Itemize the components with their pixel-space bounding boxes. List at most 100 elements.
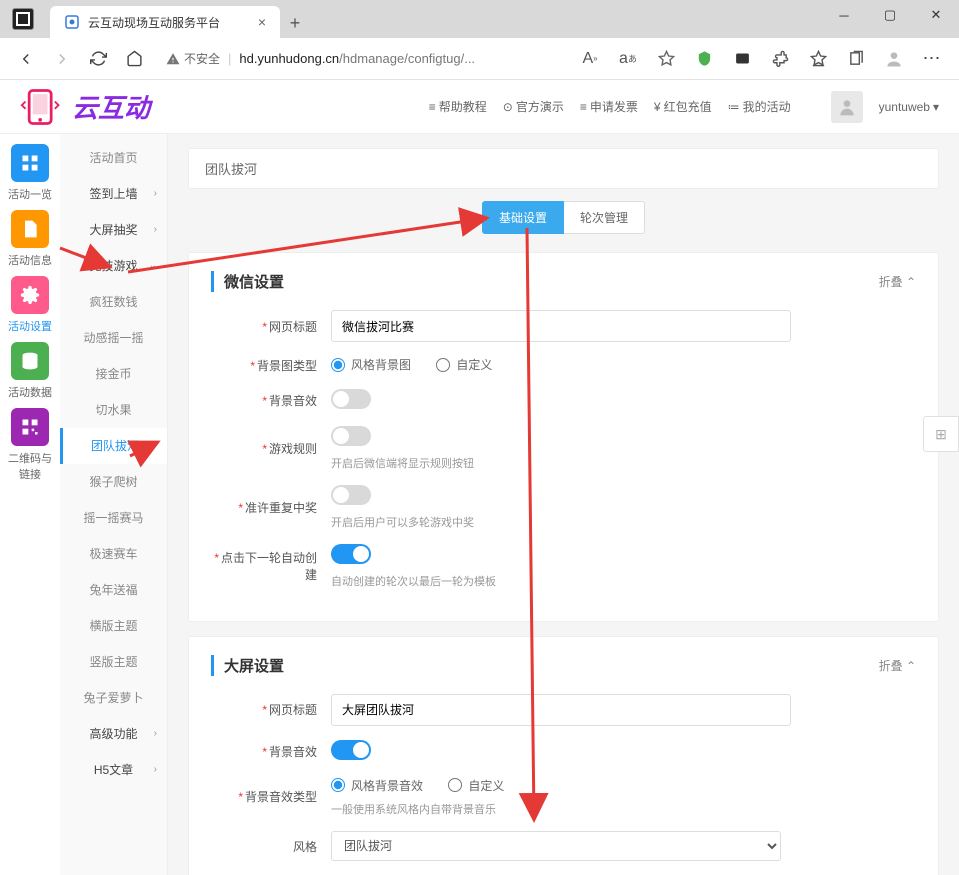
url-host: hd.yunhudong.cn — [239, 51, 339, 66]
sidemenu-item[interactable]: 兔子爱萝卜 — [60, 680, 167, 716]
sidemenu-item[interactable]: 活动首页 — [60, 140, 167, 176]
favorite-icon[interactable] — [649, 43, 683, 75]
sidemenu-item[interactable]: 高级功能› — [60, 716, 167, 752]
floating-widget[interactable]: ⊞ — [923, 416, 959, 452]
sidemenu-item[interactable]: 横版主题 — [60, 608, 167, 644]
rail-info[interactable]: 活动信息 — [5, 210, 55, 268]
tab-close-icon[interactable]: × — [258, 14, 266, 30]
panel-screen-title: 大屏设置 — [211, 655, 284, 676]
breadcrumb: 团队拔河 — [188, 148, 939, 189]
input-wx-title[interactable] — [331, 310, 791, 342]
lbl-wx-autonext: 点击下一轮自动创建 — [221, 551, 317, 582]
brand-logo[interactable]: 云互动 — [20, 85, 150, 129]
sidemenu-item[interactable]: 动感摇一摇 — [60, 320, 167, 356]
browser-tab[interactable]: 云互动现场互动服务平台 × — [50, 6, 280, 38]
lbl-wx-title: 网页标题 — [269, 320, 317, 334]
back-button[interactable] — [10, 43, 42, 75]
input-sc-title[interactable] — [331, 694, 791, 726]
maximize-button[interactable]: ▢ — [867, 0, 913, 30]
sidemenu-item[interactable]: H5文章› — [60, 752, 167, 788]
avatar[interactable] — [831, 91, 863, 123]
fold-toggle[interactable]: 折叠 ⌃ — [879, 273, 916, 290]
sidemenu-item[interactable]: 团队拔河 — [60, 428, 167, 464]
sidemenu-item[interactable]: 猴子爬树 — [60, 464, 167, 500]
nav-my-activity[interactable]: ≔ 我的活动 — [728, 98, 791, 115]
shield-icon[interactable] — [687, 43, 721, 75]
translate-icon[interactable]: aあ — [611, 43, 645, 75]
more-menu-icon[interactable]: ⋯ — [915, 43, 949, 75]
rail-overview[interactable]: 活动一览 — [5, 144, 55, 202]
sidemenu-item[interactable]: 竖版主题 — [60, 644, 167, 680]
panel-wechat-title: 微信设置 — [211, 271, 284, 292]
fold-toggle-2[interactable]: 折叠 ⌃ — [879, 657, 916, 674]
lbl-wx-rules: 游戏规则 — [269, 442, 317, 456]
panel-wechat: 微信设置折叠 ⌃ *网页标题 *背景图类型 风格背景图 自定义 *背景音效 *游… — [188, 252, 939, 622]
rail-qrcode[interactable]: 二维码与链接 — [5, 408, 55, 482]
switch-sc-sound[interactable] — [331, 740, 371, 760]
favicon-icon — [64, 14, 80, 30]
radio-sc-sound-style[interactable]: 风格背景音效 — [331, 777, 423, 794]
radio-wx-bg-style[interactable]: 风格背景图 — [331, 356, 411, 373]
forward-button — [46, 43, 78, 75]
nav-invoice[interactable]: ≡ 申请发票 — [580, 98, 638, 115]
lbl-wx-sound: 背景音效 — [269, 394, 317, 408]
sidemenu-item[interactable]: 竞技游戏⌄ — [60, 248, 167, 284]
nav-demo[interactable]: ⊙ 官方演示 — [503, 98, 564, 115]
profile-icon[interactable] — [877, 43, 911, 75]
side-menu: 活动首页签到上墙›大屏抽奖›竞技游戏⌄疯狂数钱动感摇一摇接金币切水果团队拔河猴子… — [60, 134, 168, 875]
browser-titlebar: 云互动现场互动服务平台 × + ─ ▢ ✕ — [0, 0, 959, 38]
extension1-icon[interactable] — [725, 43, 759, 75]
lbl-sc-soundtype: 背景音效类型 — [245, 790, 317, 804]
panel-screen: 大屏设置折叠 ⌃ *网页标题 *背景音效 *背景音效类型 风格背景音效 自定义 … — [188, 636, 939, 875]
sidemenu-item[interactable]: 极速赛车 — [60, 536, 167, 572]
nav-help[interactable]: ≡ 帮助教程 — [429, 98, 487, 115]
switch-wx-rewin[interactable] — [331, 485, 371, 505]
config-tabs: 基础设置轮次管理 — [188, 201, 939, 234]
app-header: 云互动 ≡ 帮助教程 ⊙ 官方演示 ≡ 申请发票 ¥ 红包充值 ≔ 我的活动 y… — [0, 80, 959, 134]
refresh-button[interactable] — [82, 43, 114, 75]
sidemenu-item[interactable]: 大屏抽奖› — [60, 212, 167, 248]
sidemenu-item[interactable]: 切水果 — [60, 392, 167, 428]
nav-recharge[interactable]: ¥ 红包充值 — [654, 98, 712, 115]
hint-wx-rewin: 开启后用户可以多轮游戏中奖 — [331, 514, 916, 530]
hint-wx-autonext: 自动创建的轮次以最后一轮为模板 — [331, 573, 916, 589]
insecure-icon: 不安全 — [166, 50, 220, 67]
switch-wx-sound[interactable] — [331, 389, 371, 409]
hint-wx-rules: 开启后微信端将显示规则按钮 — [331, 455, 916, 471]
rail-data[interactable]: 活动数据 — [5, 342, 55, 400]
radio-sc-sound-custom[interactable]: 自定义 — [448, 777, 504, 794]
insecure-label: 不安全 — [184, 50, 220, 67]
url-input[interactable]: 不安全 | hd.yunhudong.cn/hdmanage/configtug… — [154, 44, 569, 74]
close-window-button[interactable]: ✕ — [913, 0, 959, 30]
username[interactable]: yuntuweb ▾ — [879, 100, 939, 114]
lbl-wx-bgtype: 背景图类型 — [257, 359, 317, 373]
minimize-button[interactable]: ─ — [821, 0, 867, 30]
tab-basic[interactable]: 基础设置 — [482, 201, 564, 234]
tab-title: 云互动现场互动服务平台 — [88, 14, 250, 31]
extensions-icon[interactable] — [763, 43, 797, 75]
reader-icon[interactable]: A» — [573, 43, 607, 75]
favorites-bar-icon[interactable] — [801, 43, 835, 75]
radio-wx-bg-custom[interactable]: 自定义 — [436, 356, 492, 373]
sidemenu-item[interactable]: 签到上墙› — [60, 176, 167, 212]
switch-wx-rules[interactable] — [331, 426, 371, 446]
content-area: 团队拔河 基础设置轮次管理 微信设置折叠 ⌃ *网页标题 *背景图类型 风格背景… — [168, 134, 959, 875]
collections-icon[interactable] — [839, 43, 873, 75]
select-sc-style[interactable]: 团队拔河 — [331, 831, 781, 861]
rail-settings[interactable]: 活动设置 — [5, 276, 55, 334]
home-button[interactable] — [118, 43, 150, 75]
lbl-sc-title: 网页标题 — [269, 703, 317, 717]
sidemenu-item[interactable]: 兔年送福 — [60, 572, 167, 608]
new-tab-button[interactable]: + — [280, 8, 310, 38]
lbl-sc-sound: 背景音效 — [269, 745, 317, 759]
sidemenu-item[interactable]: 摇一摇赛马 — [60, 500, 167, 536]
top-nav: ≡ 帮助教程 ⊙ 官方演示 ≡ 申请发票 ¥ 红包充值 ≔ 我的活动 yuntu… — [429, 91, 939, 123]
sidemenu-item[interactable]: 疯狂数钱 — [60, 284, 167, 320]
lbl-sc-style: 风格 — [293, 840, 317, 854]
sidemenu-item[interactable]: 接金币 — [60, 356, 167, 392]
url-path: /hdmanage/configtug/... — [339, 51, 475, 66]
lbl-wx-rewin: 准许重复中奖 — [245, 501, 317, 515]
switch-wx-autonext[interactable] — [331, 544, 371, 564]
brand-text: 云互动 — [72, 88, 150, 125]
tab-rounds[interactable]: 轮次管理 — [564, 201, 645, 234]
